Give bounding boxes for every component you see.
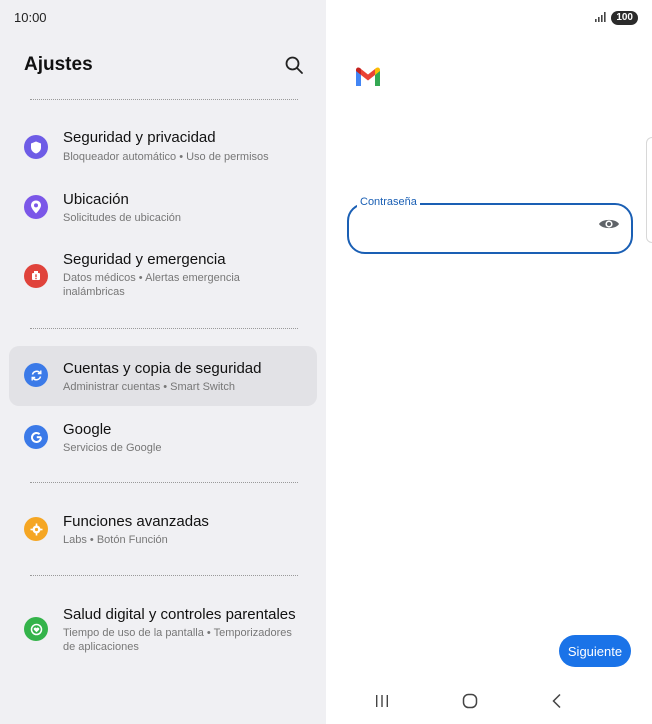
google-icon <box>24 425 48 449</box>
settings-item-title: Seguridad y privacidad <box>63 129 216 146</box>
back-icon[interactable] <box>549 692 565 715</box>
signal-icon <box>595 9 607 27</box>
divider <box>30 328 298 329</box>
gmail-logo <box>354 66 382 93</box>
signin-panel <box>326 0 652 724</box>
password-field[interactable] <box>347 203 633 254</box>
settings-item-digital-wellbeing[interactable]: Salud digital y controles parentales Tie… <box>9 596 317 664</box>
settings-item-subtitle: Servicios de Google <box>63 442 162 454</box>
shield-icon <box>24 135 48 159</box>
settings-item-accounts-backup[interactable]: Cuentas y copia de seguridad Administrar… <box>9 346 317 406</box>
settings-item-title: Google <box>63 421 112 438</box>
divider <box>30 482 298 483</box>
settings-item-subtitle: Datos médicos • Alertas emergencia inalá… <box>63 272 240 298</box>
settings-item-title: Salud digital y controles parentales <box>63 606 296 623</box>
panel-edge-handle[interactable] <box>646 137 652 243</box>
settings-item-title: Funciones avanzadas <box>63 513 209 530</box>
gear-plus-icon <box>24 517 48 541</box>
settings-item-subtitle: Tiempo de uso de la pantalla • Temporiza… <box>63 627 292 653</box>
settings-item-security-privacy[interactable]: Seguridad y privacidad Bloqueador automá… <box>9 120 317 174</box>
settings-item-location[interactable]: Ubicación Solicitudes de ubicación <box>9 181 317 235</box>
battery-level: 100 <box>611 11 638 25</box>
status-time: 10:00 <box>14 10 47 25</box>
divider <box>30 575 298 576</box>
settings-item-title: Cuentas y copia de seguridad <box>63 360 262 377</box>
settings-item-subtitle: Administrar cuentas • Smart Switch <box>63 381 235 393</box>
digital-wellbeing-icon <box>24 617 48 641</box>
password-label: Contraseña <box>357 196 420 208</box>
settings-item-subtitle: Bloqueador automático • Uso de permisos <box>63 151 269 163</box>
settings-item-title: Ubicación <box>63 191 129 208</box>
location-pin-icon <box>24 195 48 219</box>
status-indicators: 100 <box>595 9 638 27</box>
search-icon[interactable] <box>283 54 305 76</box>
divider <box>30 99 298 100</box>
settings-panel: 10:00 Ajustes Seguridad y privacidad Blo… <box>0 0 326 724</box>
next-button[interactable]: Siguiente <box>559 635 631 667</box>
page-title: Ajustes <box>24 54 93 75</box>
settings-item-google[interactable]: Google Servicios de Google <box>9 412 317 466</box>
settings-item-safety-emergency[interactable]: Seguridad y emergencia Datos médicos • A… <box>9 242 317 310</box>
settings-item-subtitle: Labs • Botón Función <box>63 534 168 546</box>
home-icon[interactable] <box>461 692 479 715</box>
settings-item-title: Seguridad y emergencia <box>63 251 226 268</box>
settings-item-advanced-features[interactable]: Funciones avanzadas Labs • Botón Función <box>9 503 317 557</box>
eye-icon[interactable] <box>598 217 620 236</box>
settings-item-subtitle: Solicitudes de ubicación <box>63 212 182 224</box>
sync-icon <box>24 363 48 387</box>
emergency-icon <box>24 264 48 288</box>
recent-apps-icon[interactable] <box>374 692 390 715</box>
